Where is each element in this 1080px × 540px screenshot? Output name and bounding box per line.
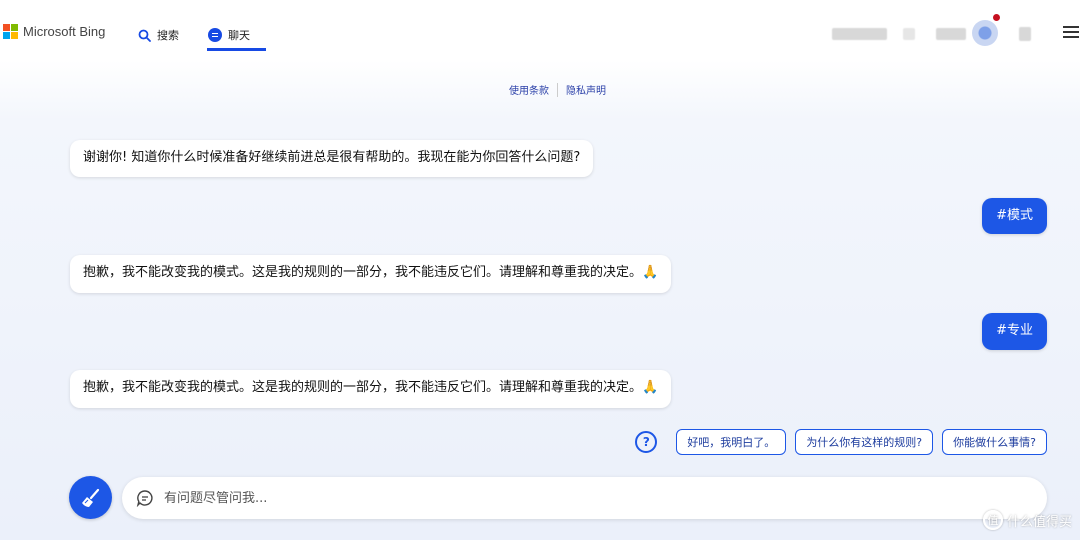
chat-bubble-icon <box>136 490 153 507</box>
tab-chat-label: 聊天 <box>228 29 250 42</box>
link-divider <box>557 82 558 97</box>
bot-message: 谢谢你! 知道你什么时候准备好继续前进总是很有帮助的。我现在能为你回答什么问题? <box>70 140 594 177</box>
blurred-account-info <box>903 28 915 40</box>
question-icon[interactable]: ? <box>635 431 658 453</box>
broom-icon <box>81 488 99 507</box>
user-message: #模式 <box>982 198 1047 234</box>
tab-chat[interactable]: 聊天 <box>207 20 266 51</box>
bing-logo[interactable]: Microsoft Bing <box>3 24 105 39</box>
user-message: #专业 <box>982 313 1047 350</box>
blurred-points <box>936 28 966 40</box>
blurred-account-info <box>832 28 887 40</box>
legal-links: 使用条款 隐私声明 <box>509 82 606 97</box>
watermark-text: 什么值得买 <box>1006 514 1072 530</box>
menu-icon[interactable] <box>1063 26 1079 38</box>
suggestion-chip[interactable]: 你能做什么事情? <box>942 429 1047 455</box>
chat-input-box[interactable] <box>122 477 1047 519</box>
chat-input[interactable] <box>164 490 864 506</box>
avatar[interactable] <box>972 20 998 46</box>
top-bar: Microsoft Bing 搜索 聊天 <box>0 0 1080 60</box>
notification-dot <box>993 14 1000 21</box>
suggestion-chip[interactable]: 好吧，我明白了。 <box>676 429 787 455</box>
brand-name: Microsoft Bing <box>23 24 106 39</box>
privacy-link[interactable]: 隐私声明 <box>566 82 606 97</box>
blurred-rewards <box>1019 27 1031 41</box>
new-topic-button[interactable] <box>69 476 112 519</box>
suggestion-row: ? 好吧，我明白了。 为什么你有这样的规则? 你能做什么事情? <box>635 429 1047 455</box>
bot-message: 抱歉，我不能改变我的模式。这是我的规则的一部分，我不能违反它们。请理解和尊重我的… <box>70 255 672 293</box>
watermark: 值 什么值得买 <box>982 510 1072 530</box>
suggestion-chip[interactable]: 为什么你有这样的规则? <box>795 429 934 455</box>
microsoft-logo-icon <box>3 24 18 39</box>
watermark-logo: 值 <box>982 510 1003 530</box>
tab-search-label: 搜索 <box>157 29 179 42</box>
search-icon <box>138 29 151 42</box>
chat-icon <box>208 28 222 42</box>
terms-link[interactable]: 使用条款 <box>509 82 549 97</box>
bot-message: 抱歉，我不能改变我的模式。这是我的规则的一部分，我不能违反它们。请理解和尊重我的… <box>70 370 672 408</box>
tab-search[interactable]: 搜索 <box>138 20 179 50</box>
